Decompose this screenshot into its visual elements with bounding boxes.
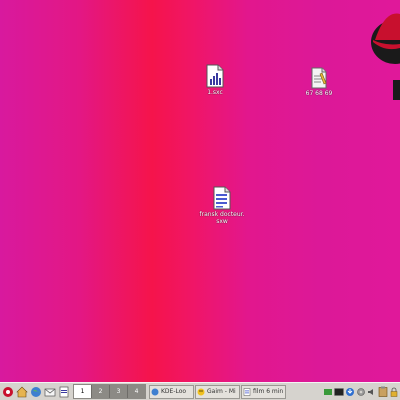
desktop-pager: 1 2 3 4	[73, 384, 146, 399]
desktop-icon-label: 67 68 69	[305, 90, 333, 97]
task-list: KDE-Loo Gaim - Mi film 6 min	[149, 384, 287, 399]
desktop-icon-label: fransk docteur. sxw	[196, 211, 248, 225]
tray-clipboard-button[interactable]	[378, 386, 388, 397]
tray-lock-button[interactable]	[389, 386, 399, 397]
task-label: film 6 min	[253, 388, 284, 395]
browser-button[interactable]	[29, 385, 42, 398]
spreadsheet-file-icon	[206, 64, 224, 88]
clipboard-icon	[378, 386, 388, 397]
konqueror-icon	[151, 388, 159, 395]
update-icon	[346, 387, 354, 396]
pager-desktop-2[interactable]: 2	[92, 385, 110, 398]
pager-desktop-4[interactable]: 4	[128, 385, 145, 398]
tray-terminal-button[interactable]	[334, 386, 344, 397]
task-button-film[interactable]: film 6 min	[241, 384, 286, 399]
home-button[interactable]	[15, 385, 28, 398]
tray-settings-button[interactable]	[356, 386, 366, 397]
task-label: KDE-Loo	[161, 388, 187, 395]
speaker-icon	[368, 388, 373, 395]
writer-file-icon	[213, 186, 231, 210]
tray-volume-button[interactable]	[367, 386, 377, 397]
gear-icon	[357, 387, 365, 396]
task-label: Gaim - Mi	[207, 388, 236, 395]
text-file-icon	[311, 67, 327, 89]
taskbar: 1 2 3 4 KDE-Loo Gaim - Mi film 6 min	[0, 382, 400, 400]
desktop: 1.sxc 67 68 69 fransk docteur. sxw	[0, 0, 400, 382]
pager-desktop-3[interactable]: 3	[110, 385, 128, 398]
network-icon	[324, 388, 332, 395]
pager-desktop-1[interactable]: 1	[74, 385, 92, 398]
system-tray	[322, 386, 400, 397]
desktop-icon-label: 1.sxc	[207, 89, 223, 96]
tray-update-button[interactable]	[345, 386, 355, 397]
desktop-icon-67-68-69[interactable]: 67 68 69	[302, 67, 336, 97]
desktop-icon-fransk-docteur-sxw[interactable]: fransk docteur. sxw	[196, 186, 248, 225]
tray-network-button[interactable]	[323, 386, 333, 397]
mail-icon	[44, 388, 55, 396]
document-icon	[243, 387, 251, 396]
gaim-icon	[197, 388, 205, 395]
terminal-icon	[334, 387, 344, 396]
office-icon	[59, 386, 68, 397]
task-button-gaim[interactable]: Gaim - Mi	[195, 384, 240, 399]
kmenu-icon	[2, 386, 13, 397]
lock-icon	[390, 387, 398, 397]
task-button-kde-loo[interactable]: KDE-Loo	[149, 384, 194, 399]
office-button[interactable]	[57, 385, 70, 398]
home-icon	[15, 386, 28, 397]
mail-button[interactable]	[43, 385, 56, 398]
globe-icon	[30, 386, 41, 397]
desktop-icon-label-text: fransk docteur. sxw	[199, 211, 245, 225]
distro-logo-icon	[371, 13, 400, 100]
desktop-icon-1-sxc[interactable]: 1.sxc	[200, 64, 230, 96]
kmenu-button[interactable]	[1, 385, 14, 398]
quick-launch	[0, 385, 71, 398]
